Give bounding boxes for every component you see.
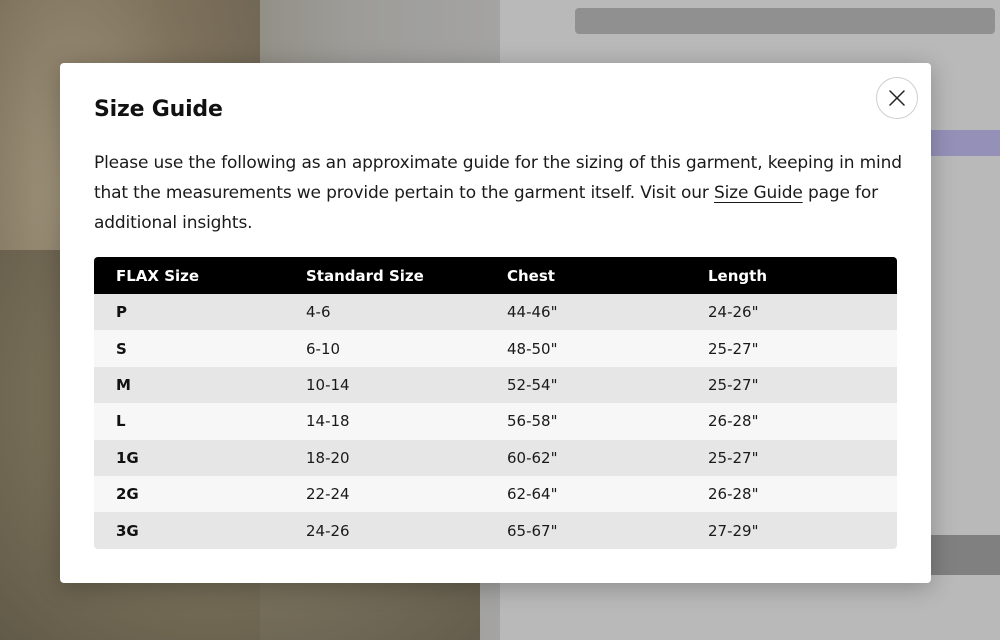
background-accent	[930, 130, 1000, 156]
size-guide-modal: Size Guide Please use the following as a…	[60, 63, 931, 583]
standard-size-cell: 22-24	[284, 475, 485, 513]
table-row: M 10-14 52-54" 25-27"	[94, 366, 897, 404]
chest-cell: 44-46"	[485, 294, 686, 331]
flax-size-cell: S	[94, 330, 284, 367]
standard-size-cell: 14-18	[284, 403, 485, 440]
flax-size-cell: 2G	[94, 475, 284, 513]
chest-cell: 65-67"	[485, 512, 686, 549]
chest-cell: 48-50"	[485, 330, 686, 367]
header-length: Length	[686, 257, 897, 294]
table-row: 1G 18-20 60-62" 25-27"	[94, 439, 897, 476]
length-cell: 24-26"	[686, 294, 897, 331]
header-standard-size: Standard Size	[284, 257, 485, 294]
length-cell: 27-29"	[686, 512, 897, 549]
modal-title: Size Guide	[94, 97, 223, 122]
table-row: L 14-18 56-58" 26-28"	[94, 403, 897, 440]
chest-cell: 62-64"	[485, 475, 686, 513]
chest-cell: 52-54"	[485, 366, 686, 404]
table-row: S 6-10 48-50" 25-27"	[94, 330, 897, 367]
size-table: FLAX Size Standard Size Chest Length P 4…	[94, 257, 897, 549]
standard-size-cell: 10-14	[284, 366, 485, 404]
chest-cell: 60-62"	[485, 439, 686, 476]
flax-size-cell: L	[94, 403, 284, 440]
standard-size-cell: 6-10	[284, 330, 485, 367]
length-cell: 25-27"	[686, 330, 897, 367]
length-cell: 25-27"	[686, 366, 897, 404]
flax-size-cell: 1G	[94, 439, 284, 476]
flax-size-cell: M	[94, 366, 284, 404]
chest-cell: 56-58"	[485, 403, 686, 440]
header-chest: Chest	[485, 257, 686, 294]
table-row: P 4-6 44-46" 24-26"	[94, 294, 897, 331]
size-guide-link[interactable]: Size Guide	[714, 183, 803, 203]
table-header-row: FLAX Size Standard Size Chest Length	[94, 257, 897, 294]
standard-size-cell: 24-26	[284, 512, 485, 549]
close-icon	[889, 90, 905, 106]
header-flax-size: FLAX Size	[94, 257, 284, 294]
flax-size-cell: 3G	[94, 512, 284, 549]
flax-size-cell: P	[94, 294, 284, 331]
size-guide-description: Please use the following as an approxima…	[94, 148, 904, 238]
standard-size-cell: 18-20	[284, 439, 485, 476]
background-product-title	[575, 8, 995, 34]
table-row: 3G 24-26 65-67" 27-29"	[94, 512, 897, 549]
length-cell: 25-27"	[686, 439, 897, 476]
length-cell: 26-28"	[686, 403, 897, 440]
close-button[interactable]	[876, 77, 918, 119]
table-row: 2G 22-24 62-64" 26-28"	[94, 475, 897, 513]
length-cell: 26-28"	[686, 475, 897, 513]
standard-size-cell: 4-6	[284, 294, 485, 331]
